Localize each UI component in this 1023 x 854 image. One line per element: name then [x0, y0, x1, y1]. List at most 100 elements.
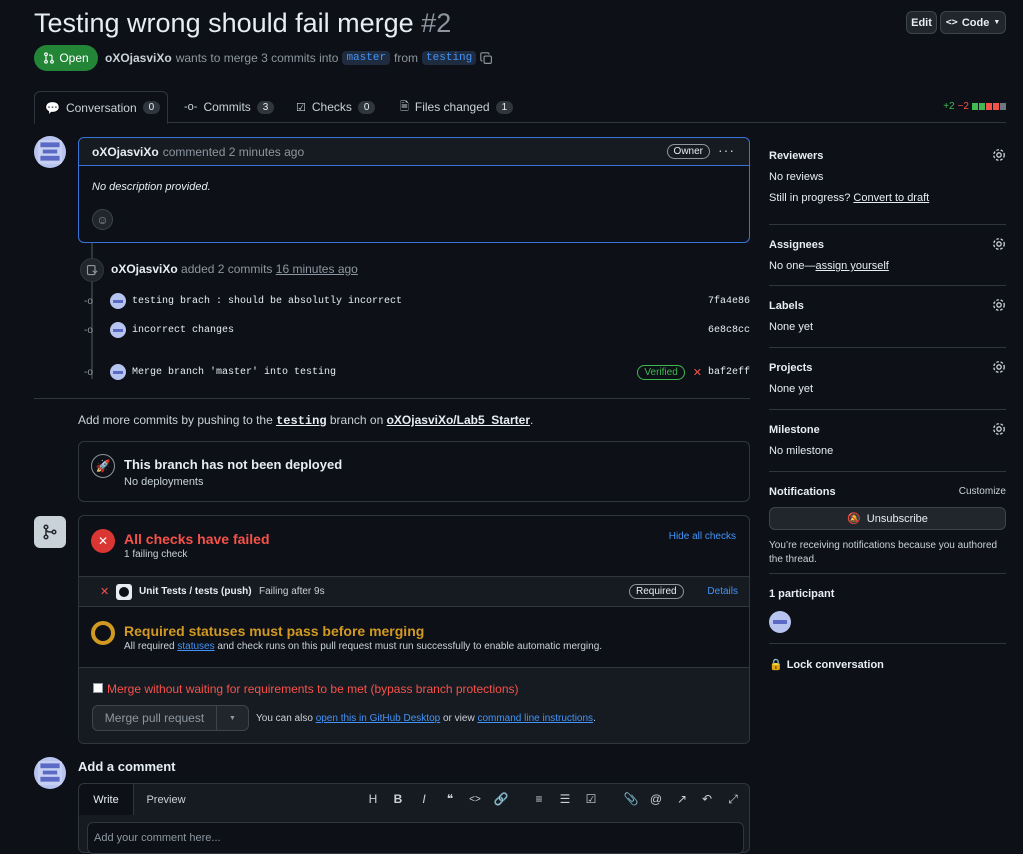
- avatar[interactable]: [110, 293, 126, 309]
- reply-icon[interactable]: ↶: [699, 791, 715, 807]
- code-label: Code: [961, 16, 990, 29]
- projects-heading[interactable]: Projects: [769, 362, 1006, 374]
- tab-commits[interactable]: -o- Commits 3: [174, 91, 284, 123]
- fullscreen-icon[interactable]: ⤢: [725, 791, 741, 807]
- or-view-text: or view: [442, 713, 475, 724]
- add-reaction-smiley-icon[interactable]: ☺: [92, 209, 113, 230]
- required-status-title: Required statuses must pass before mergi…: [124, 623, 425, 639]
- labels-heading[interactable]: Labels: [769, 300, 1006, 312]
- avatar[interactable]: [34, 757, 66, 789]
- checks-title: All checks have failed: [124, 531, 270, 547]
- gear-icon[interactable]: [992, 298, 1006, 312]
- avatar[interactable]: [34, 136, 66, 168]
- bold-icon[interactable]: B: [390, 791, 406, 807]
- milestone-heading[interactable]: Milestone: [769, 424, 1006, 436]
- copy-icon[interactable]: [480, 51, 493, 65]
- git-pull-request-icon: [44, 52, 55, 64]
- commit-sha[interactable]: baf2eff: [708, 367, 750, 378]
- code-icon[interactable]: <>: [467, 791, 483, 807]
- verified-badge[interactable]: Verified: [637, 364, 685, 380]
- statuses-link[interactable]: statuses: [177, 641, 214, 652]
- base-branch[interactable]: master: [342, 51, 391, 65]
- period: .: [593, 713, 596, 724]
- sidebar-participants: 1 participant: [769, 588, 1006, 633]
- req-text-2: and check runs on this pull request must…: [217, 641, 603, 652]
- status-text: Open: [59, 51, 89, 65]
- paperclip-icon[interactable]: 📎: [623, 791, 639, 807]
- gear-icon[interactable]: [992, 148, 1006, 162]
- draft-hint: Still in progress? Convert to draft: [769, 192, 1006, 204]
- code-button[interactable]: <> Code ▼: [940, 11, 1006, 34]
- cross-reference-icon[interactable]: ↗: [674, 791, 690, 807]
- tab-write[interactable]: Write: [79, 784, 134, 815]
- gear-icon[interactable]: [992, 237, 1006, 251]
- cli-instructions-link[interactable]: command line instructions: [477, 713, 593, 724]
- participant-avatar[interactable]: [769, 611, 791, 633]
- merge-text: wants to merge 3 commits into: [175, 51, 339, 65]
- heading-icon[interactable]: H: [365, 791, 381, 807]
- tab-files-changed[interactable]: 🗎 Files changed 1: [390, 91, 523, 123]
- tab-checks[interactable]: ☑ Checks 0: [286, 91, 385, 123]
- comment-textarea[interactable]: Add your comment here...: [87, 822, 744, 854]
- participants-heading: 1 participant: [769, 588, 835, 600]
- checks-subtitle: 1 failing check: [124, 549, 188, 560]
- sidebar-labels: Labels None yet: [769, 298, 1006, 333]
- italic-icon[interactable]: I: [416, 791, 432, 807]
- commit-message[interactable]: testing brach : should be absolutly inco…: [132, 296, 402, 307]
- bypass-checkbox[interactable]: [93, 683, 103, 693]
- commit-sha[interactable]: 6e8c8cc: [708, 325, 750, 336]
- comment-author[interactable]: oXOjasviXo: [92, 145, 159, 159]
- github-logo-icon: [116, 584, 132, 600]
- github-desktop-link[interactable]: open this in GitHub Desktop: [316, 713, 441, 724]
- tab-conversation[interactable]: 💬 Conversation 0: [34, 91, 168, 124]
- checklist-icon: ☑: [296, 101, 306, 114]
- kebab-menu-icon[interactable]: ···: [718, 142, 735, 158]
- merge-summary: oXOjasviXo wants to merge 3 commits into…: [105, 51, 493, 65]
- edit-button[interactable]: Edit: [906, 11, 937, 34]
- bypass-label[interactable]: Merge without waiting for requirements t…: [107, 682, 519, 696]
- commit-message[interactable]: incorrect changes: [132, 325, 234, 336]
- convert-to-draft-link[interactable]: Convert to draft: [853, 192, 929, 204]
- hide-checks-button[interactable]: Hide all checks: [669, 531, 736, 542]
- quote-icon[interactable]: ❝: [442, 791, 458, 807]
- gear-icon[interactable]: [992, 360, 1006, 374]
- deletions-count: −2: [957, 101, 969, 112]
- deploy-subtitle: No deployments: [124, 476, 204, 488]
- unsubscribe-button[interactable]: 🔕 Unsubscribe: [769, 507, 1006, 530]
- tab-preview[interactable]: Preview: [134, 784, 198, 815]
- caret-down-icon: ▼: [993, 19, 1001, 26]
- assignees-heading[interactable]: Assignees: [769, 239, 1006, 251]
- add-comment-title: Add a comment: [78, 759, 176, 774]
- commit-message[interactable]: Merge branch 'master' into testing: [132, 367, 336, 378]
- assign-yourself-link[interactable]: assign yourself: [815, 260, 888, 272]
- push-hint-middle: branch on: [329, 413, 384, 427]
- link-icon[interactable]: 🔗: [493, 791, 509, 807]
- customize-link[interactable]: Customize: [959, 486, 1006, 497]
- draft-text: Still in progress?: [769, 192, 851, 204]
- task-list-icon[interactable]: ☑: [583, 791, 599, 807]
- push-branch-link[interactable]: testing: [276, 414, 326, 428]
- reviewers-heading[interactable]: Reviewers: [769, 150, 1006, 162]
- commit-sha[interactable]: 7fa4e86: [708, 296, 750, 307]
- lock-conversation-button[interactable]: 🔒 Lock conversation: [769, 658, 1006, 672]
- push-hint-suffix: .: [529, 413, 534, 427]
- unordered-list-icon[interactable]: ☰: [557, 791, 573, 807]
- gear-icon[interactable]: [992, 422, 1006, 436]
- x-fail-icon[interactable]: ✕: [693, 366, 702, 379]
- head-branch[interactable]: testing: [422, 51, 477, 65]
- lock-label: Lock conversation: [786, 658, 884, 671]
- commit-event-time[interactable]: 16 minutes ago: [276, 262, 358, 276]
- merge-actions: Merge without waiting for requirements t…: [79, 667, 749, 743]
- comment-timestamp[interactable]: commented 2 minutes ago: [163, 145, 304, 159]
- commit-event-author[interactable]: oXOjasviXo: [111, 262, 178, 276]
- sidebar-projects: Projects None yet: [769, 360, 1006, 395]
- ordered-list-icon[interactable]: ≡: [531, 791, 547, 807]
- mention-icon[interactable]: @: [648, 791, 664, 807]
- merge-dropdown-caret-icon[interactable]: ▼: [217, 705, 249, 731]
- author-link[interactable]: oXOjasviXo: [105, 51, 172, 65]
- repo-link[interactable]: oXOjasviXo/Lab5_Starter: [387, 413, 530, 427]
- avatar[interactable]: [110, 364, 126, 380]
- merge-pull-request-button[interactable]: Merge pull request: [92, 705, 217, 731]
- details-link[interactable]: Details: [707, 586, 738, 597]
- avatar[interactable]: [110, 322, 126, 338]
